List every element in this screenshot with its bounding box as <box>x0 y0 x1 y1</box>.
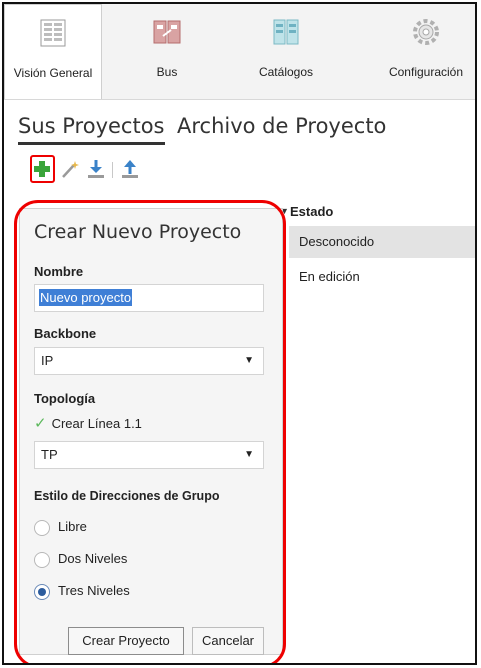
export-icon <box>122 160 138 178</box>
create-line-checkbox[interactable]: ✓ Crear Línea 1.1 <box>34 414 142 432</box>
toolbar-separator <box>112 162 113 178</box>
app-window: Visión General Bus Catálogos Configuraci… <box>2 2 477 665</box>
catalog-icon <box>273 19 299 45</box>
cancel-button[interactable]: Cancelar <box>192 627 264 655</box>
backbone-value: IP <box>41 353 54 368</box>
tab-archivo-de-proyecto[interactable]: Archivo de Proyecto <box>177 114 386 138</box>
create-project-button[interactable]: Crear Proyecto <box>68 627 184 655</box>
ribbon-tab-label: Visión General <box>13 66 93 80</box>
checkmark-icon: ✓ <box>34 415 47 432</box>
panel-title: Crear Nuevo Proyecto <box>34 221 242 243</box>
create-line-label: Crear Línea 1.1 <box>51 416 142 431</box>
project-toolbar <box>4 152 475 198</box>
project-name-input[interactable]: Nuevo proyecto <box>34 284 264 312</box>
chevron-down-icon: ▼ <box>244 449 254 460</box>
ribbon-tab-label: Catálogos <box>258 65 314 79</box>
topology-label: Topología <box>34 391 96 406</box>
page-tabs: Sus Proyectos Archivo de Proyecto <box>4 100 475 148</box>
column-header-estado[interactable]: Estado <box>290 200 475 224</box>
ribbon-tab-configuration[interactable]: Configuración <box>376 4 475 96</box>
table-row[interactable]: En edición <box>289 264 475 296</box>
gear-icon <box>413 19 439 45</box>
radio-tres-niveles[interactable]: Tres Niveles <box>34 581 130 601</box>
backbone-select[interactable]: IP ▼ <box>34 347 264 375</box>
radio-circle-icon <box>34 551 50 568</box>
wizard-button[interactable] <box>60 158 80 180</box>
export-button[interactable] <box>120 158 140 180</box>
backbone-label: Backbone <box>34 326 97 341</box>
radio-libre[interactable]: Libre <box>34 517 87 537</box>
create-project-panel: Crear Nuevo Proyecto Nombre Nuevo proyec… <box>19 208 283 655</box>
overview-icon <box>40 19 66 47</box>
import-button[interactable] <box>86 158 106 180</box>
radio-label: Tres Niveles <box>58 583 130 598</box>
table-row[interactable]: Desconocido <box>289 226 475 258</box>
radio-dos-niveles[interactable]: Dos Niveles <box>34 549 127 569</box>
ribbon-tab-bus[interactable]: Bus <box>122 4 212 96</box>
ribbon-tab-label: Bus <box>156 65 178 79</box>
radio-label: Dos Niveles <box>58 551 128 566</box>
radio-selected-icon <box>34 583 50 600</box>
add-button-highlight <box>30 155 55 183</box>
radio-circle-icon <box>34 519 50 536</box>
project-name-value: Nuevo proyecto <box>39 289 133 306</box>
wand-icon <box>62 161 79 178</box>
tab-sus-proyectos[interactable]: Sus Proyectos <box>18 114 165 145</box>
import-icon <box>88 160 104 178</box>
chevron-down-icon: ▼ <box>244 355 254 366</box>
name-label: Nombre <box>34 264 84 279</box>
ribbon: Visión General Bus Catálogos Configuraci… <box>4 4 475 100</box>
ribbon-tab-overview[interactable]: Visión General <box>4 4 102 99</box>
bus-icon <box>153 20 181 44</box>
ribbon-tab-catalogs[interactable]: Catálogos <box>241 4 331 96</box>
topology-value: TP <box>41 447 58 462</box>
radio-label: Libre <box>58 519 87 534</box>
topology-select[interactable]: TP ▼ <box>34 441 264 469</box>
group-address-style-label: Estilo de Direcciones de Grupo <box>34 489 220 503</box>
ribbon-tab-label: Configuración <box>388 65 464 79</box>
